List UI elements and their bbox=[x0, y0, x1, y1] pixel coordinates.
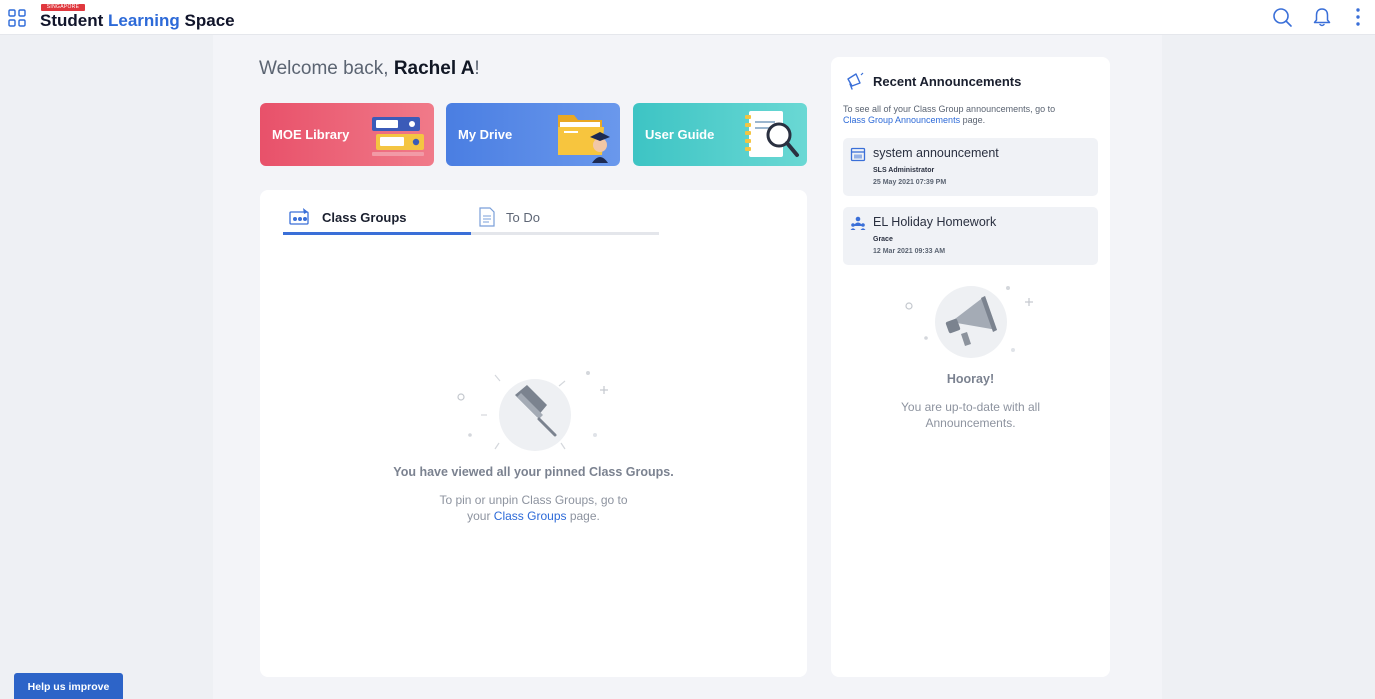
group-icon bbox=[850, 216, 866, 230]
announcement-card[interactable]: system announcement SLS Administrator 25… bbox=[843, 138, 1098, 196]
announcement-date: 12 Mar 2021 09:33 AM bbox=[873, 248, 946, 255]
class-groups-link[interactable]: Class Groups bbox=[494, 509, 567, 523]
my-drive-tile[interactable]: My Drive bbox=[446, 103, 620, 166]
announcements-intro-text: To see all of your Class Group announcem… bbox=[843, 104, 1056, 114]
tab-to-do[interactable]: To Do bbox=[478, 202, 540, 232]
announcements-title: Recent Announcements bbox=[873, 73, 1022, 89]
active-tab-indicator bbox=[283, 232, 471, 235]
welcome-prefix: Welcome back, bbox=[259, 58, 394, 79]
announcements-intro-suffix: page. bbox=[960, 115, 986, 125]
brand-word-student: Student bbox=[40, 11, 104, 30]
binders-icon bbox=[372, 117, 424, 156]
brand-word-learning: Learning bbox=[108, 11, 180, 30]
pushpin-illustration-icon bbox=[457, 371, 608, 451]
tab-class-groups-label: Class Groups bbox=[322, 209, 407, 225]
moe-library-tile[interactable]: MOE Library bbox=[260, 103, 434, 166]
announcements-header: Recent Announcements bbox=[845, 71, 1021, 91]
announcement-author: SLS Administrator bbox=[873, 167, 935, 174]
folder-icon bbox=[558, 115, 610, 163]
announcement-author: Grace bbox=[873, 236, 893, 243]
announcement-card[interactable]: EL Holiday Homework Grace 12 Mar 2021 09… bbox=[843, 207, 1098, 265]
announcements-intro: To see all of your Class Group announcem… bbox=[843, 104, 1099, 126]
magnifier-notebook-icon bbox=[745, 111, 799, 157]
moe-library-label: MOE Library bbox=[272, 127, 350, 142]
class-groups-empty-prefix: your bbox=[467, 509, 494, 523]
class-group-announcements-link[interactable]: Class Group Announcements bbox=[843, 115, 960, 125]
help-us-improve-button[interactable]: Help us improve bbox=[14, 673, 123, 699]
tab-to-do-label: To Do bbox=[506, 209, 540, 225]
class-groups-empty-desc: To pin or unpin Class Groups, go to your… bbox=[260, 492, 807, 524]
megaphone-icon bbox=[847, 72, 864, 90]
announcements-empty-title: Hooray! bbox=[946, 372, 995, 386]
announcement-title: system announcement bbox=[873, 146, 999, 160]
brand-word-space: Space bbox=[184, 11, 235, 30]
apps-grid-icon[interactable] bbox=[8, 9, 26, 27]
class-groups-empty-suffix: page. bbox=[566, 509, 600, 523]
announcements-empty-desc: You are up-to-date with all Announcement… bbox=[901, 400, 1040, 430]
announcement-title: EL Holiday Homework bbox=[873, 215, 997, 229]
tab-class-groups[interactable]: Class Groups bbox=[288, 202, 407, 232]
kebab-menu-icon[interactable] bbox=[1347, 6, 1369, 28]
class-groups-empty-line1: To pin or unpin Class Groups, go to bbox=[439, 493, 628, 507]
calendar-icon bbox=[850, 147, 866, 162]
welcome-heading: Welcome back, Rachel A! bbox=[259, 58, 480, 80]
user-name: Rachel A bbox=[393, 58, 475, 79]
todo-icon bbox=[479, 207, 495, 227]
class-groups-empty-title: You have viewed all your pinned Class Gr… bbox=[393, 465, 674, 479]
brand-name: Student Learning Space bbox=[40, 11, 235, 31]
welcome-suffix: ! bbox=[474, 58, 480, 79]
user-guide-label: User Guide bbox=[645, 127, 715, 142]
megaphone-illustration-icon bbox=[905, 286, 1033, 358]
announcement-date: 25 May 2021 07:39 PM bbox=[873, 179, 947, 186]
bell-icon[interactable] bbox=[1311, 6, 1333, 28]
my-drive-label: My Drive bbox=[458, 127, 513, 142]
user-guide-tile[interactable]: User Guide bbox=[633, 103, 807, 166]
brand-flag: SINGAPORE bbox=[41, 4, 85, 11]
class-groups-icon bbox=[289, 208, 309, 225]
class-groups-panel: Class Groups To Do You have viewed all y… bbox=[260, 190, 807, 677]
tab-bar: Class Groups To Do bbox=[283, 190, 659, 235]
search-icon[interactable] bbox=[1271, 6, 1293, 28]
announcements-panel: Recent Announcements To see all of your … bbox=[831, 57, 1110, 677]
top-bar: SINGAPORE Student Learning Space bbox=[0, 0, 1375, 35]
